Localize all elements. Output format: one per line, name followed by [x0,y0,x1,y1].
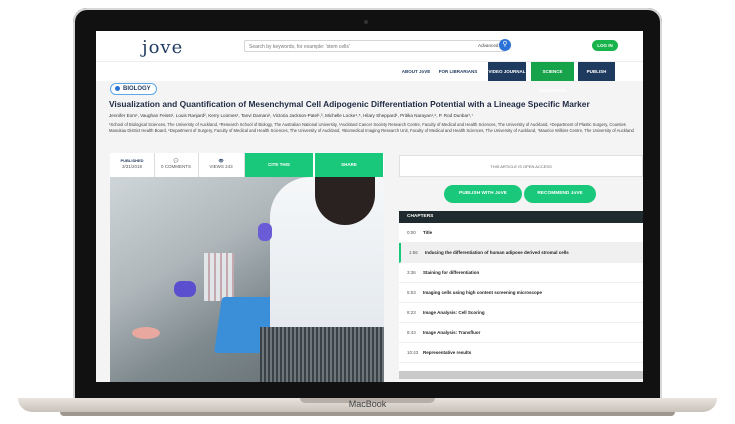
laptop-foot [60,412,675,416]
chapter-item[interactable]: 0:00 Title [399,223,643,243]
nav-publish[interactable]: PUBLISH [578,62,615,81]
published-label: PUBLISHED [120,158,144,163]
recommend-jove-button[interactable]: RECOMMEND JoVE [524,185,596,203]
section-badge[interactable]: BIOLOGY [110,83,157,95]
jove-logo[interactable]: jove [142,37,183,58]
article-authors: Jennifer Eom¹, Vaughan Feisst¹, Louis Ra… [109,113,474,118]
chapter-label: Inducing the differentiation of human ad… [425,250,569,255]
pipette-hand-image [258,223,272,241]
chapter-time: 5:53 [407,290,416,295]
chapter-time: 3:36 [407,270,416,275]
views-label: VIEWS 243 [209,164,233,169]
chapter-item-active[interactable]: 1:56 Inducing the differentiation of huma… [399,243,643,263]
chapter-time: 8:23 [407,310,416,315]
nav-librarians[interactable]: FOR LIBRARIANS [438,62,478,81]
main-nav: ABOUT JoVE FOR LIBRARIANS VIDEO JOURNAL … [96,61,643,93]
published-stat: PUBLISHED 3/31/2018 [110,153,155,177]
search-input[interactable]: Search by keywords, for example: 'stem c… [244,40,506,52]
section-dot-icon [115,85,120,91]
chapters-scrollbar[interactable] [399,371,643,379]
chapter-item[interactable]: 5:53 Imaging cells using high content scr… [399,283,643,303]
section-label: BIOLOGY [123,86,151,92]
chapter-item[interactable]: 8:23 Image Analysis: Cell Scoring [399,303,643,323]
video-player[interactable] [110,177,384,382]
publish-with-jove-button[interactable]: PUBLISH WITH JoVE [444,185,522,203]
test-tubes-image [204,253,234,301]
cite-this-button[interactable]: CITE THIS [245,153,313,177]
comment-icon: 💬 [173,158,179,163]
chapter-item[interactable]: 10:43 Representative results [399,343,643,363]
chapter-label: Imaging cells using high content screeni… [423,290,543,295]
search-icon[interactable]: ⚲ [499,39,511,51]
nav-about[interactable]: ABOUT JoVE [399,62,433,81]
chapter-label: Representative results [423,350,472,355]
site-header: jove Search by keywords, for example: 's… [96,31,643,61]
article-title: Visualization and Quantification of Mese… [109,99,590,109]
eye-icon: 👁 [218,158,224,163]
chapter-item[interactable]: 3:36 Staining for differentiation [399,263,643,283]
chapter-label: Staining for differentiation [423,270,480,275]
comments-label: 0 COMMENTS [160,164,191,169]
comments-stat[interactable]: 💬 0 COMMENTS [154,153,199,177]
chapter-time: 8:43 [407,330,416,335]
hood-grate-image [260,327,384,382]
open-access-notice: THIS ARTICLE IS OPEN ACCESS [399,155,643,177]
advanced-search-link[interactable]: Advanced [478,43,498,48]
camera-icon [364,20,368,24]
chapter-time: 1:56 [409,250,418,255]
browser-screen: jove Search by keywords, for example: 's… [96,31,643,382]
login-button[interactable]: LOG IN [592,40,618,51]
petri-dish-image [132,327,160,339]
article-affiliations: ¹School of Biological Sciences, The Univ… [109,122,634,133]
chapter-item[interactable]: 8:43 Image Analysis: Transfluor [399,323,643,343]
chapters-panel: CHAPTERS 0:00 Title 1:56 Inducing the diff… [399,211,643,371]
published-date: 3/31/2018 [121,164,143,169]
views-stat: 👁 VIEWS 243 [198,153,245,177]
nav-video-journal[interactable]: VIDEO JOURNAL [488,62,526,81]
chapters-heading: CHAPTERS [399,211,643,223]
chapter-label: Image Analysis: Cell Scoring [423,310,485,315]
chapter-label: Image Analysis: Transfluor [423,330,481,335]
device-brand-label: MacBook [348,399,387,409]
share-button[interactable]: SHARE [315,153,383,177]
chapter-time: 10:43 [407,350,419,355]
chapter-label: Title [423,230,433,235]
gloved-hand-image [174,281,196,297]
nav-science-education[interactable]: SCIENCE EDUCATION [531,62,574,93]
chapter-time: 0:00 [407,230,416,235]
